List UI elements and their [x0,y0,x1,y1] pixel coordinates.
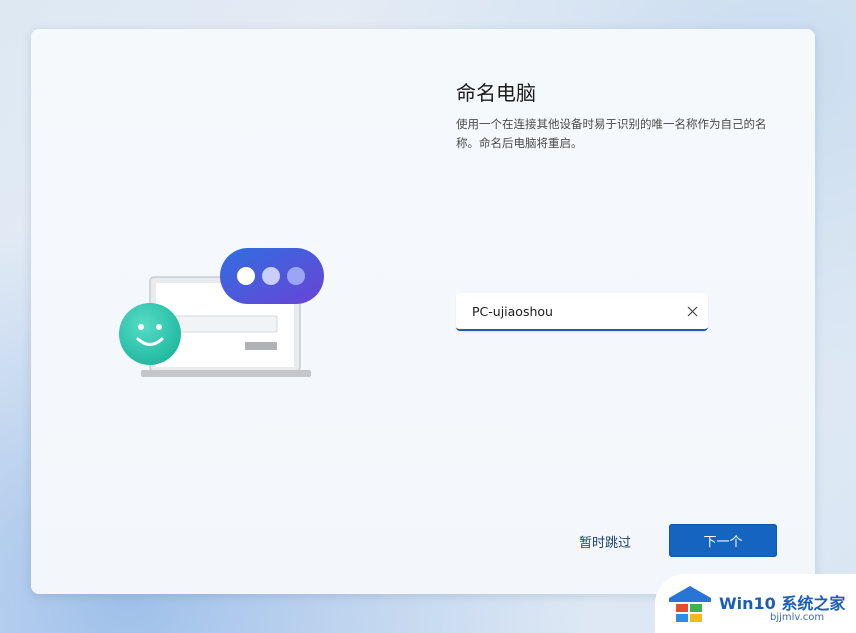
smiley-icon [119,303,181,365]
skip-button[interactable]: 暂时跳过 [579,532,631,551]
next-button[interactable]: 下一个 [669,524,777,557]
watermark-url: bjjmlv.com [770,612,825,623]
close-icon [687,306,697,316]
windows-logo-icon [669,586,711,622]
clear-button[interactable] [682,301,702,321]
watermark-brand-a: Win10 [719,594,776,613]
watermark-brand-b: 系统之家 [781,594,846,613]
page-description: 使用一个在连接其他设备时易于识别的唯一名称作为自己的名称。命名后电脑将重启。 [456,117,767,150]
computer-name-input[interactable] [472,301,672,321]
page-title: 命名电脑 [456,81,536,105]
illustration [115,246,330,410]
computer-name-field[interactable] [456,293,708,331]
setup-card: 命名电脑 使用一个在连接其他设备时易于识别的唯一名称作为自己的名称。命名后电脑将… [31,29,815,594]
chat-bubble-icon [220,248,324,304]
watermark-brand: Win10 系统之家 [719,590,845,614]
